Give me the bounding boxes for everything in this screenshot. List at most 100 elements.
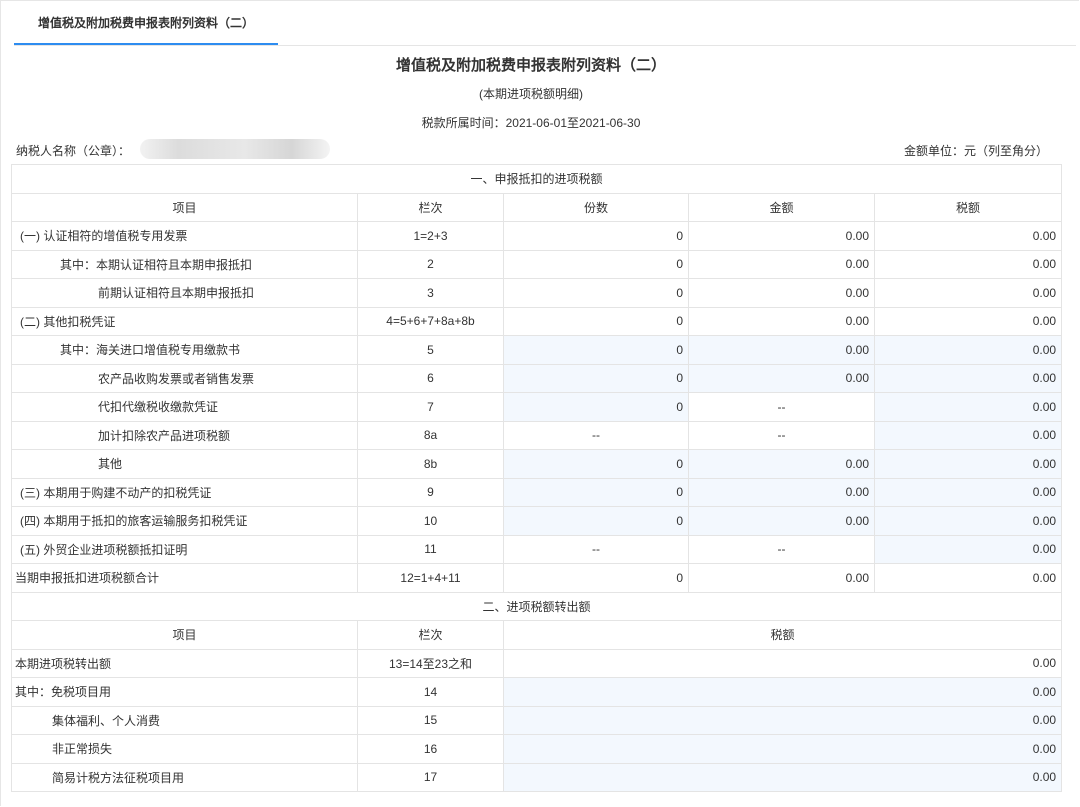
row-tax: 0.00 [873,563,1063,593]
row-item: (一) 认证相符的增值税专用发票 [11,221,358,251]
count-input[interactable]: 0 [503,449,689,479]
section-header-row: 一、申报抵扣的进项税额 [10,164,1063,194]
table-row: 其中：本期认证相符且本期申报抵扣 2 0 0.00 0.00 [11,249,1063,279]
row-amount-na: -- [688,392,875,422]
tax-input[interactable]: 0.00 [502,677,1063,707]
tax-input[interactable]: 0.00 [873,392,1063,422]
count-input[interactable]: 0 [503,506,689,536]
col-header-item: 项目 [11,620,358,650]
row-line: 11 [357,534,504,564]
row-line: 1=2+3 [357,221,504,251]
amount-input[interactable]: 0.00 [688,506,875,536]
section2-title: 二、进项税额转出额 [10,591,1063,621]
row-tax: 0.00 [873,306,1063,336]
row-line: 6 [357,363,504,393]
row-count: 0 [503,563,689,593]
taxpayer-name-masked [140,139,330,159]
column-header-row: 项目 栏次 份数 金额 税额 [11,192,1063,222]
row-item: (二) 其他扣税凭证 [11,306,358,336]
tax-input[interactable]: 0.00 [873,363,1063,393]
row-count: 0 [503,306,689,336]
tab-bar: 增值税及附加税费申报表附列资料（二） [14,0,1076,46]
row-item: 其他 [11,449,358,479]
row-item: 集体福利、个人消费 [11,705,358,735]
count-input[interactable]: 0 [503,477,689,507]
row-line: 10 [357,506,504,536]
tax-input[interactable]: 0.00 [873,477,1063,507]
tab-attached-schedule-2[interactable]: 增值税及附加税费申报表附列资料（二） [14,0,278,45]
amount-input[interactable]: 0.00 [688,335,875,365]
table-row: 非正常损失 16 0.00 [11,734,1063,764]
count-input[interactable]: 0 [503,392,689,422]
row-item: 其中：免税项目用 [11,677,358,707]
row-count: 0 [503,249,689,279]
row-count-na: -- [503,420,689,450]
count-input[interactable]: 0 [503,363,689,393]
row-line: 7 [357,392,504,422]
row-line: 9 [357,477,504,507]
amount-input[interactable]: 0.00 [688,363,875,393]
table-row: (二) 其他扣税凭证 4=5+6+7+8a+8b 0 0.00 0.00 [11,306,1063,336]
row-tax: 0.00 [873,249,1063,279]
tax-input[interactable]: 0.00 [502,705,1063,735]
form-title: 增值税及附加税费申报表附列资料（二） [395,57,666,74]
table-row: 代扣代缴税收缴款凭证 7 0 -- 0.00 [11,392,1063,422]
section-header-row: 二、进项税额转出额 [10,591,1063,621]
row-line: 4=5+6+7+8a+8b [357,306,504,336]
row-amount: 0.00 [688,306,875,336]
row-amount: 0.00 [688,221,875,251]
row-line: 16 [357,734,504,764]
row-item: 代扣代缴税收缴款凭证 [11,392,358,422]
tax-input[interactable]: 0.00 [873,420,1063,450]
row-item: 其中：海关进口增值税专用缴款书 [11,335,358,365]
table-row: (一) 认证相符的增值税专用发票 1=2+3 0 0.00 0.00 [11,221,1063,251]
row-count: 0 [503,278,689,308]
row-line: 2 [357,249,504,279]
row-tax: 0.00 [502,648,1063,678]
table-row: 其他 8b 0 0.00 0.00 [11,449,1063,479]
row-item: (五) 外贸企业进项税额抵扣证明 [11,534,358,564]
row-line: 12=1+4+11 [357,563,504,593]
section1-title: 一、申报抵扣的进项税额 [10,164,1063,194]
row-line: 3 [357,278,504,308]
row-tax: 0.00 [873,278,1063,308]
table-row: (五) 外贸企业进项税额抵扣证明 11 -- -- 0.00 [11,534,1063,564]
count-input[interactable]: 0 [503,335,689,365]
tax-input[interactable]: 0.00 [873,449,1063,479]
row-amount: 0.00 [688,249,875,279]
table-row: 加计扣除农产品进项税额 8a -- -- 0.00 [11,420,1063,450]
table-row: 本期进项税转出额 13=14至23之和 0.00 [11,648,1063,678]
tax-input[interactable]: 0.00 [873,506,1063,536]
table-row: 集体福利、个人消费 15 0.00 [11,705,1063,735]
table-row-total: 当期申报抵扣进项税额合计 12=1+4+11 0 0.00 0.00 [11,563,1063,593]
row-item: (三) 本期用于购建不动产的扣税凭证 [11,477,358,507]
declaration-table: 一、申报抵扣的进项税额 项目 栏次 份数 金额 税额 (一) 认证相符的增值税专… [10,164,1063,792]
row-tax: 0.00 [873,221,1063,251]
table-row: (三) 本期用于购建不动产的扣税凭证 9 0 0.00 0.00 [11,477,1063,507]
col-header-line: 栏次 [357,192,504,222]
tax-input[interactable]: 0.00 [873,335,1063,365]
form-subtitle: (本期进项税额明细) [479,87,583,101]
table-row: 简易计税方法征税项目用 17 0.00 [11,762,1063,792]
amount-input[interactable]: 0.00 [688,449,875,479]
table-row: 农产品收购发票或者销售发票 6 0 0.00 0.00 [11,363,1063,393]
tax-period: 税款所属时间：2021-06-01至2021-06-30 [421,116,641,130]
table-row: 其中：海关进口增值税专用缴款书 5 0 0.00 0.00 [11,335,1063,365]
row-line: 8b [357,449,504,479]
col-header-tax: 税额 [873,192,1063,222]
col-header-item: 项目 [11,192,358,222]
row-item: 农产品收购发票或者销售发票 [11,363,358,393]
tax-input[interactable]: 0.00 [502,762,1063,792]
tax-input[interactable]: 0.00 [873,534,1063,564]
col-header-count: 份数 [503,192,689,222]
row-item: (四) 本期用于抵扣的旅客运输服务扣税凭证 [11,506,358,536]
row-amount-na: -- [688,420,875,450]
amount-input[interactable]: 0.00 [688,477,875,507]
row-amount: 0.00 [688,278,875,308]
amount-unit-label: 金额单位：元（列至角分） [903,144,1048,158]
row-line: 14 [357,677,504,707]
tax-input[interactable]: 0.00 [502,734,1063,764]
table-row: 前期认证相符且本期申报抵扣 3 0 0.00 0.00 [11,278,1063,308]
row-item: 加计扣除农产品进项税额 [11,420,358,450]
row-item: 当期申报抵扣进项税额合计 [11,563,358,593]
